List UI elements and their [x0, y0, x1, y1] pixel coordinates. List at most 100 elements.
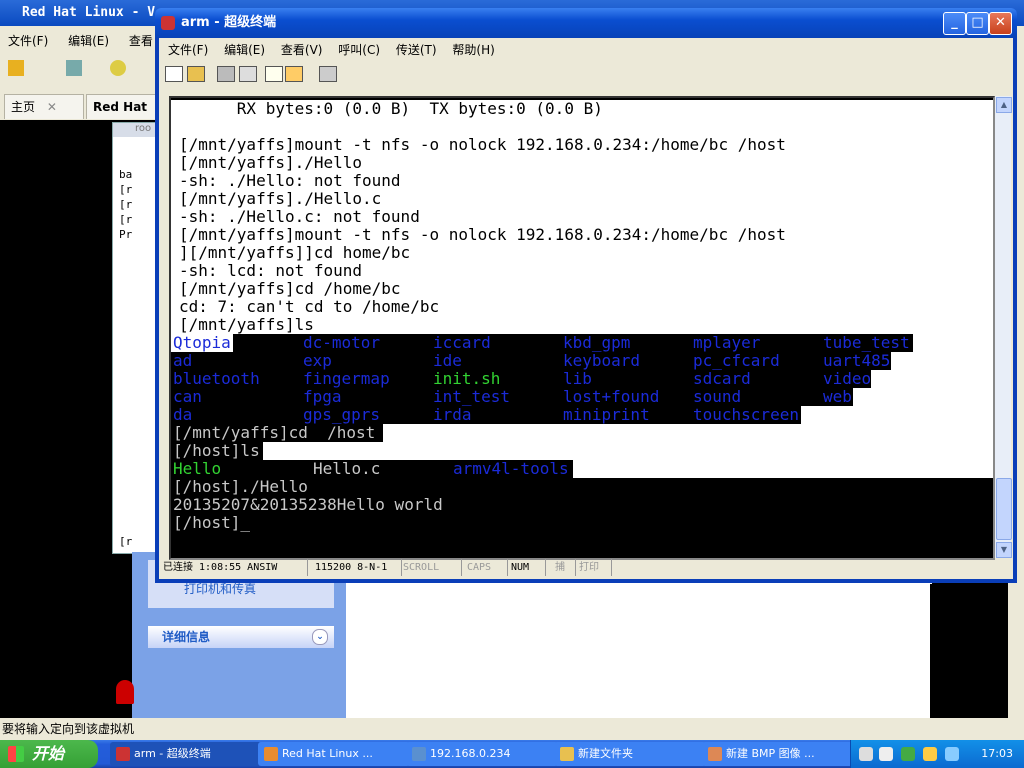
task-label: 新建 BMP 图像 ... — [726, 747, 815, 760]
terminal-line: [/mnt/yaffs]cd /host — [173, 423, 376, 442]
task-folder[interactable]: 新建文件夹 — [554, 742, 706, 766]
status-baud: 115200 8-N-1 — [311, 559, 402, 576]
terminal-title: arm - 超级终端 — [181, 15, 277, 30]
ls-entry: irda — [433, 405, 472, 424]
receive-icon[interactable] — [285, 66, 303, 82]
terminal-prompt: [/host]_ — [173, 513, 251, 532]
clock[interactable]: 17:03 — [981, 740, 1013, 768]
scroll-down-icon[interactable]: ▼ — [996, 542, 1012, 558]
explorer-detail-header[interactable]: 详细信息 ⌄ — [148, 626, 334, 648]
ls-entry: fpga — [303, 387, 342, 406]
vmware-icon — [264, 747, 278, 761]
ls-entry: Qtopia — [173, 333, 231, 352]
ls-entry: kbd_gpm — [563, 333, 631, 352]
ls-entry: lost+found — [563, 387, 660, 406]
task-hyperterminal[interactable]: arm - 超级终端 — [110, 742, 262, 766]
start-button[interactable]: 开始 — [0, 740, 98, 768]
menu-file[interactable]: 文件(F) — [165, 43, 211, 57]
tab-redhat[interactable]: Red Hat — [86, 94, 160, 119]
folder-icon — [560, 747, 574, 761]
new-icon[interactable] — [165, 66, 183, 82]
close-button[interactable]: ✕ — [989, 12, 1012, 35]
terminal-text-area: RX bytes:0 (0.0 B) TX bytes:0 (0.0 B) [/… — [171, 100, 993, 556]
ls-entry: iccard — [433, 333, 491, 352]
chevron-down-icon[interactable]: ⌄ — [312, 629, 328, 645]
send-icon[interactable] — [265, 66, 283, 82]
minimize-button[interactable]: _ — [943, 12, 966, 35]
terminal-body: 文件(F) 编辑(E) 查看(V) 呼叫(C) 传送(T) 帮助(H) RX b… — [159, 38, 1013, 579]
vmware-menubar: 文件(F) 编辑(E) 查看 — [0, 30, 161, 52]
keyboard-icon[interactable] — [859, 747, 873, 761]
terminal-scrollbar[interactable]: ▲ ▼ — [995, 96, 1012, 558]
terminal-line: [/mnt/yaffs]./Hello — [179, 153, 363, 172]
status-capture: 捕 — [551, 559, 576, 576]
snapshot-icon[interactable] — [110, 60, 126, 76]
vmware-tabs: 主页 ✕ Red Hat — [0, 94, 160, 119]
ls-row-bg — [171, 370, 871, 388]
terminal-line: [/mnt/yaffs]ls — [179, 315, 314, 334]
scroll-up-icon[interactable]: ▲ — [996, 97, 1012, 113]
ls-entry: fingermap — [303, 369, 390, 388]
hyperterminal-window: arm - 超级终端 _ □ ✕ 文件(F) 编辑(E) 查看(V) 呼叫(C)… — [155, 8, 1017, 583]
terminal-menubar: 文件(F) 编辑(E) 查看(V) 呼叫(C) 传送(T) 帮助(H) — [159, 40, 1013, 60]
status-caps: CAPS — [463, 559, 508, 576]
windows-logo-icon — [8, 746, 24, 762]
start-label: 开始 — [32, 744, 65, 763]
menu-help[interactable]: 帮助(H) — [449, 43, 497, 57]
vmware-menu-edit[interactable]: 编辑(E) — [68, 34, 109, 48]
status-connection: 已连接 1:08:55 ANSIW — [159, 559, 308, 576]
tab-home-label: 主页 — [11, 100, 36, 114]
ls-entry: exp — [303, 351, 332, 370]
pause-icon[interactable] — [8, 60, 24, 76]
tab-home[interactable]: 主页 ✕ — [4, 94, 84, 119]
menu-call[interactable]: 呼叫(C) — [335, 43, 383, 57]
properties-icon[interactable] — [319, 66, 337, 82]
maximize-button[interactable]: □ — [966, 12, 989, 35]
terminal-line: -sh: ./Hello: not found — [179, 171, 401, 190]
security-icon[interactable] — [923, 747, 937, 761]
terminal-line: ][/mnt/yaffs]]cd home/bc — [179, 243, 411, 262]
scroll-thumb[interactable] — [996, 478, 1012, 540]
status-scroll: SCROLL — [399, 559, 462, 576]
host-entry: Hello.c — [313, 459, 381, 478]
task-label: 192.168.0.234 — [430, 747, 511, 760]
vmware-status-text: 要将输入定向到该虚拟机 — [2, 722, 135, 736]
task-vmware[interactable]: Red Hat Linux ... — [258, 742, 410, 766]
task-paint[interactable]: 新建 BMP 图像 ... — [702, 742, 854, 766]
volume-icon[interactable] — [879, 747, 893, 761]
vmware-toolbar — [0, 54, 160, 86]
call-icon[interactable] — [217, 66, 235, 82]
ls-entry: tube_test — [823, 333, 910, 352]
ls-entry: int_test — [433, 387, 511, 406]
ls-entry: miniprint — [563, 405, 650, 424]
paint-icon — [708, 747, 722, 761]
right-black-pane — [930, 584, 1004, 718]
ls-entry: pc_cfcard — [693, 351, 780, 370]
ls-row-bg — [171, 388, 853, 406]
ls-entry: web — [823, 387, 852, 406]
connection-icon[interactable] — [945, 747, 959, 761]
close-icon[interactable]: ✕ — [47, 100, 57, 114]
open-icon[interactable] — [187, 66, 205, 82]
terminal-line: -sh: ./Hello.c: not found — [179, 207, 420, 226]
terminal-line: 20135207&20135238Hello world — [173, 495, 443, 514]
task-ip[interactable]: 192.168.0.234 — [406, 742, 558, 766]
vmware-menu-file[interactable]: 文件(F) — [8, 34, 48, 48]
detail-header-label: 详细信息 — [162, 630, 211, 644]
disconnect-icon[interactable] — [239, 66, 257, 82]
menu-transfer[interactable]: 传送(T) — [393, 43, 440, 57]
task-label: arm - 超级终端 — [134, 747, 211, 760]
hyperterminal-icon — [116, 747, 130, 761]
menu-edit[interactable]: 编辑(E) — [221, 43, 268, 57]
ls-entry: bluetooth — [173, 369, 260, 388]
terminal-line: [/mnt/yaffs]./Hello.c — [179, 189, 382, 208]
terminal-title-bar[interactable]: arm - 超级终端 _ □ ✕ — [155, 8, 1017, 38]
network-icon[interactable] — [901, 747, 915, 761]
menu-view[interactable]: 查看(V) — [278, 43, 326, 57]
vmware-title: Red Hat Linux - V — [22, 5, 156, 20]
terminal-toolbar — [159, 62, 1013, 86]
terminal-line: [/mnt/yaffs]mount -t nfs -o nolock 192.1… — [179, 225, 786, 244]
terminal-screen[interactable]: RX bytes:0 (0.0 B) TX bytes:0 (0.0 B) [/… — [169, 96, 995, 560]
network-icon[interactable] — [66, 60, 82, 76]
vmware-menu-view[interactable]: 查看 — [129, 34, 153, 48]
